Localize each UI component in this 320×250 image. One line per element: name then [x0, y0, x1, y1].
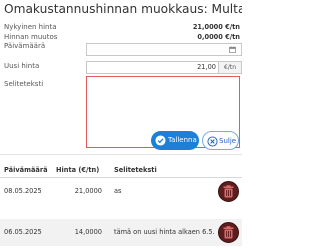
unit-addon: €/tn [218, 62, 241, 73]
price-change-label: Hinnan muutos [4, 33, 58, 41]
note-label: Seliteteksti [4, 80, 44, 88]
table-row: 06.05.2025 14,0000 tämä on uusi hinta al… [0, 219, 242, 246]
close-button-label: Sulje [219, 137, 237, 145]
calendar-icon[interactable] [229, 46, 236, 53]
column-header-price: Hinta (€/tn) [56, 166, 100, 174]
row-price: 21,0000 [74, 187, 102, 195]
new-price-group: 21,00 €/tn [86, 61, 242, 74]
divider [0, 154, 242, 155]
table-row: 08.05.2025 21,0000 as [0, 178, 242, 205]
row-price: 14,0000 [74, 228, 102, 236]
price-change-value: 0,0000 €/tn [197, 33, 240, 41]
save-button[interactable]: Tallenna [151, 131, 199, 150]
row-note: tämä on uusi hinta alkaen 6.5. [114, 228, 215, 236]
new-price-input[interactable]: 21,00 [87, 62, 219, 73]
date-label: Päivämäärä [4, 42, 46, 50]
check-circle-icon [155, 135, 166, 146]
row-note: as [114, 187, 122, 195]
current-price-label: Nykyinen hinta [4, 23, 57, 31]
row-date: 08.05.2025 [4, 187, 42, 195]
column-header-date: Päivämäärä [4, 166, 48, 174]
close-button[interactable]: Sulje [202, 131, 239, 150]
row-date: 06.05.2025 [4, 228, 42, 236]
current-price-value: 21,0000 €/tn [192, 23, 240, 31]
delete-row-button[interactable] [218, 222, 239, 243]
trash-icon [223, 226, 234, 239]
column-header-note: Seliteteksti [114, 166, 157, 174]
date-input[interactable] [86, 43, 242, 56]
close-circle-icon [207, 136, 218, 147]
dialog-title: Omakustannushinnan muokkaus: Multa seulo… [4, 2, 242, 16]
save-button-label: Tallenna [168, 136, 197, 144]
price-history-header: Päivämäärä Hinta (€/tn) Seliteteksti [0, 163, 242, 178]
new-price-label: Uusi hinta [4, 62, 40, 70]
trash-icon [223, 185, 234, 198]
delete-row-button[interactable] [218, 181, 239, 202]
